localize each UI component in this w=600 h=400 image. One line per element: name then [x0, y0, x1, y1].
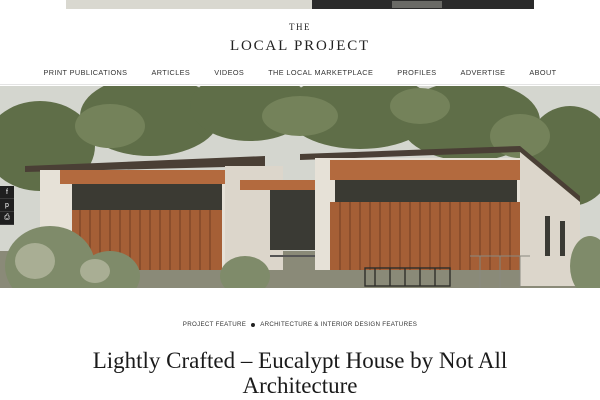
top-ad-banner[interactable]: [66, 0, 534, 9]
category-separator-dot: [251, 322, 256, 327]
nav-item-profiles[interactable]: PROFILES: [385, 68, 448, 77]
nav-divider: [0, 84, 600, 85]
category-architecture-interior[interactable]: ARCHITECTURE & INTERIOR DESIGN FEATURES: [260, 321, 417, 328]
ad-banner-left[interactable]: [66, 0, 312, 9]
print-icon: ⎙: [4, 214, 10, 221]
pinterest-share-button[interactable]: p: [0, 199, 14, 212]
nav-item-about[interactable]: ABOUT: [517, 68, 568, 77]
facebook-icon: f: [6, 188, 8, 196]
share-bar: f p ⎙: [0, 186, 14, 225]
nav-item-local-marketplace[interactable]: THE LOCAL MARKETPLACE: [256, 68, 385, 77]
nav-item-articles[interactable]: ARTICLES: [139, 68, 202, 77]
house-photo: [0, 86, 600, 288]
article-title: Lightly Crafted – Eucalypt House by Not …: [92, 348, 508, 398]
logo-the: THE: [289, 22, 311, 32]
nav-item-videos[interactable]: VIDEOS: [202, 68, 256, 77]
site-logo[interactable]: THE LOCAL PROJECT: [0, 22, 600, 55]
nav-item-advertise[interactable]: ADVERTISE: [449, 68, 518, 77]
category-line: PROJECT FEATURE ARCHITECTURE & INTERIOR …: [0, 321, 600, 328]
print-button[interactable]: ⎙: [0, 212, 14, 225]
hero-image: [0, 86, 600, 288]
category-project-feature[interactable]: PROJECT FEATURE: [183, 321, 246, 328]
facebook-share-button[interactable]: f: [0, 186, 14, 199]
ad-banner-right[interactable]: [312, 0, 534, 9]
pinterest-icon: p: [5, 201, 9, 209]
nav-item-print-publications[interactable]: PRINT PUBLICATIONS: [31, 68, 139, 77]
logo-name: LOCAL PROJECT: [230, 38, 370, 54]
main-nav: PRINT PUBLICATIONS ARTICLES VIDEOS THE L…: [0, 68, 600, 77]
